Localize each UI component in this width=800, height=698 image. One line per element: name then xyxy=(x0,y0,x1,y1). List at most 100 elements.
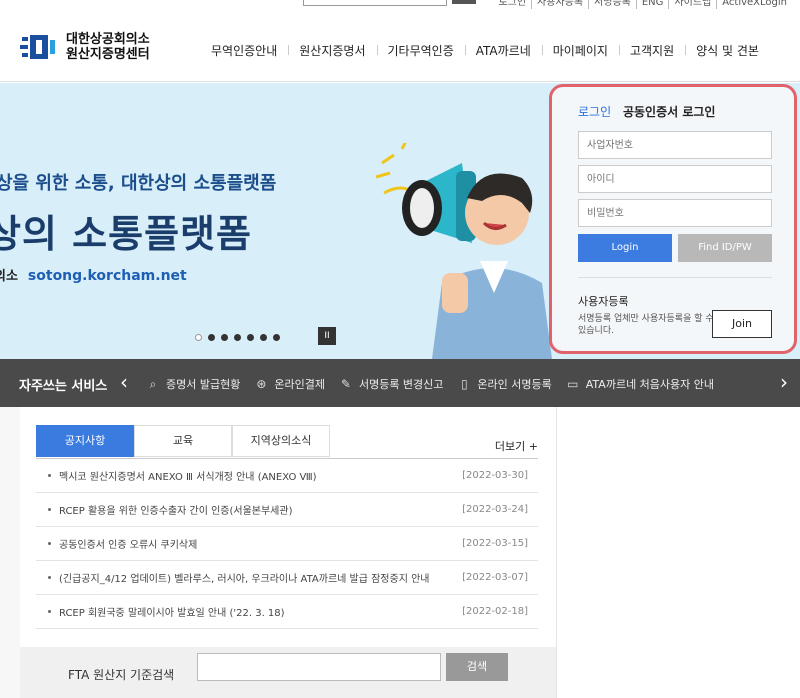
nav-ata-carnet[interactable]: ATA까르네 xyxy=(464,42,542,59)
slide-indicator xyxy=(195,334,286,341)
util-link-signature[interactable]: 서명등록 xyxy=(588,0,636,9)
logo-title: 대한상공회의소 xyxy=(66,32,150,47)
right-column xyxy=(556,407,800,698)
slide-dot-7[interactable] xyxy=(273,334,280,341)
content-area: 공지사항 교육 지역상의소식 더보기 + 멕시코 원산지증명서 ANEXO Ⅲ … xyxy=(0,407,800,698)
banner-headline: 상을 위한 소통, 대한상의 소통플랫폼 xyxy=(0,173,277,194)
quick-item-cert-status[interactable]: ⌕ 증명서 발급현황 xyxy=(146,376,241,392)
nav-other-cert[interactable]: 기타무역인증 xyxy=(376,42,465,59)
user-id-field[interactable] xyxy=(578,165,772,193)
list-item[interactable]: 멕시코 원산지증명서 ANEXO Ⅲ 서식개정 안내 (ANEXO Ⅷ) [20… xyxy=(36,459,538,493)
nav-origin-cert[interactable]: 원산지증명서 xyxy=(288,42,376,59)
util-link-eng[interactable]: ENG xyxy=(635,0,669,9)
banner-url: sotong.korcham.net xyxy=(27,268,187,284)
password-field[interactable] xyxy=(578,199,772,227)
header: 대한상공회의소 원산지증명센터 무역인증안내 원산지증명서 기타무역인증 ATA… xyxy=(0,12,800,82)
bullet-icon xyxy=(48,610,51,613)
quick-item-ata-guide[interactable]: ▭ ATA까르네 처음사용자 안내 xyxy=(566,376,714,392)
list-item-title[interactable]: RCEP 회원국중 말레이시아 발효일 안내 ('22. 3. 18) xyxy=(59,604,469,619)
list-item-date: [2022-02-18] xyxy=(462,606,528,617)
slide-dot-2[interactable] xyxy=(208,334,215,341)
slide-dot-4[interactable] xyxy=(234,334,241,341)
bullet-icon xyxy=(48,542,51,545)
list-item-title[interactable]: 멕시코 원산지증명서 ANEXO Ⅲ 서식개정 안내 (ANEXO Ⅷ) xyxy=(59,468,469,483)
utility-bar: 로그인 사용자등록 서명등록 ENG 사이트맵 ActiveXLogin xyxy=(0,0,800,12)
quick-item-online-signature[interactable]: ▯ 온라인 서명등록 xyxy=(457,376,552,392)
list-item-date: [2022-03-24] xyxy=(462,504,528,515)
banner-caption-prefix: 의소 xyxy=(0,269,18,284)
bullet-icon xyxy=(48,576,51,579)
slide-dot-1[interactable] xyxy=(195,334,202,341)
pen-icon: ✎ xyxy=(340,377,351,391)
tab-login[interactable]: 로그인 xyxy=(578,105,611,119)
tab-education[interactable]: 교육 xyxy=(134,425,232,457)
chevron-right-icon[interactable]: › xyxy=(780,370,788,394)
register-title: 사용자등록 xyxy=(578,295,629,308)
notice-list: 멕시코 원산지증명서 ANEXO Ⅲ 서식개정 안내 (ANEXO Ⅷ) [20… xyxy=(36,458,538,629)
board-tabs: 공지사항 교육 지역상의소식 xyxy=(36,425,330,457)
util-link-login[interactable]: 로그인 xyxy=(493,0,531,9)
notice-board: 공지사항 교육 지역상의소식 더보기 + 멕시코 원산지증명서 ANEXO Ⅲ … xyxy=(20,407,556,647)
register-description: 서명등록 업체만 사용자등록을 할 수 있습니다. xyxy=(578,314,714,336)
quick-item-label: 온라인결제 xyxy=(274,378,325,391)
bullet-icon xyxy=(48,474,51,477)
slide-dot-5[interactable] xyxy=(247,334,254,341)
list-item-title[interactable]: (긴급공지_4/12 업데이트) 벨라루스, 러시아, 우크라이나 ATA까르네… xyxy=(59,570,469,585)
util-link-sitemap[interactable]: 사이트맵 xyxy=(668,0,716,9)
join-button[interactable]: Join xyxy=(712,310,772,338)
nav-forms[interactable]: 양식 및 견본 xyxy=(685,42,770,59)
page: 로그인 사용자등록 서명등록 ENG 사이트맵 ActiveXLogin 대한상… xyxy=(0,0,800,698)
more-link[interactable]: 더보기 + xyxy=(495,438,538,454)
list-item-date: [2022-03-15] xyxy=(462,538,528,549)
list-item-title[interactable]: 공동인증서 인증 오류시 쿠키삭제 xyxy=(59,536,469,551)
login-panel: 로그인 공동인증서 로그인 Login Find ID/PW 사용자등록 서명등… xyxy=(549,84,797,354)
fta-search-bar: FTA 원산지 기준검색 검색 xyxy=(20,647,556,698)
util-link-activex[interactable]: ActiveXLogin xyxy=(716,0,792,9)
banner-caption: 의소 sotong.korcham.net xyxy=(0,265,187,284)
quick-item-label: ATA까르네 처음사용자 안내 xyxy=(585,378,715,391)
tab-notice[interactable]: 공지사항 xyxy=(36,425,134,457)
find-id-pw-button[interactable]: Find ID/PW xyxy=(678,234,772,262)
login-divider xyxy=(578,277,772,278)
quick-item-label: 온라인 서명등록 xyxy=(477,378,552,391)
quick-item-label: 서명등록 변경신고 xyxy=(358,378,444,391)
quick-item-payment[interactable]: ⊛ 온라인결제 xyxy=(254,376,325,392)
quick-services-list: ⌕ 증명서 발급현황 ⊛ 온라인결제 ✎ 서명등록 변경신고 ▯ 온라인 서명등… xyxy=(146,376,728,392)
list-item[interactable]: 공동인증서 인증 오류시 쿠키삭제 [2022-03-15] xyxy=(36,527,538,561)
nav-mypage[interactable]: 마이페이지 xyxy=(541,42,619,59)
nav-support[interactable]: 고객지원 xyxy=(618,42,685,59)
chevron-left-icon[interactable]: ‹ xyxy=(120,370,128,394)
list-item[interactable]: (긴급공지_4/12 업데이트) 벨라루스, 러시아, 우크라이나 ATA까르네… xyxy=(36,561,538,595)
search-icon: ⌕ xyxy=(149,377,157,391)
payment-icon: ⊛ xyxy=(256,377,267,391)
quick-item-label: 증명서 발급현황 xyxy=(166,378,241,391)
megaphone-illustration-icon xyxy=(375,143,552,359)
business-number-field[interactable] xyxy=(578,131,772,159)
bullet-icon xyxy=(48,508,51,511)
top-search-button[interactable] xyxy=(452,0,476,4)
util-link-register[interactable]: 사용자등록 xyxy=(531,0,588,9)
quick-services-bar: 자주쓰는 서비스 ‹ ⌕ 증명서 발급현황 ⊛ 온라인결제 ✎ 서명등록 변경신… xyxy=(0,359,800,407)
tab-regional-news[interactable]: 지역상의소식 xyxy=(232,425,330,457)
list-item-date: [2022-03-07] xyxy=(462,572,528,583)
login-tabs: 로그인 공동인증서 로그인 xyxy=(578,103,715,120)
slide-dot-6[interactable] xyxy=(260,334,267,341)
phone-icon: ▯ xyxy=(461,377,468,391)
logo-mark-icon xyxy=(18,32,58,62)
list-item[interactable]: RCEP 회원국중 말레이시아 발효일 안내 ('22. 3. 18) [202… xyxy=(36,595,538,629)
nav-trade-cert[interactable]: 무역인증안내 xyxy=(200,42,288,59)
fta-search-button[interactable]: 검색 xyxy=(446,653,508,681)
logo[interactable]: 대한상공회의소 원산지증명센터 xyxy=(18,32,150,62)
list-item-title[interactable]: RCEP 활용을 위한 인증수출자 간이 인증(서울본부세관) xyxy=(59,502,469,517)
slide-dot-3[interactable] xyxy=(221,334,228,341)
main-nav: 무역인증안내 원산지증명서 기타무역인증 ATA까르네 마이페이지 고객지원 양… xyxy=(200,42,770,59)
top-search-input[interactable] xyxy=(303,0,447,6)
list-item[interactable]: RCEP 활용을 위한 인증수출자 간이 인증(서울본부세관) [2022-03… xyxy=(36,493,538,527)
fta-search-label: FTA 원산지 기준검색 xyxy=(68,668,175,682)
banner-title: 상의 소통플랫폼 xyxy=(0,212,252,256)
login-button[interactable]: Login xyxy=(578,234,672,262)
pause-button[interactable]: II xyxy=(318,327,336,345)
fta-search-input[interactable] xyxy=(197,653,441,681)
quick-item-signature-change[interactable]: ✎ 서명등록 변경신고 xyxy=(339,376,444,392)
tab-cert-login[interactable]: 공동인증서 로그인 xyxy=(623,105,716,119)
